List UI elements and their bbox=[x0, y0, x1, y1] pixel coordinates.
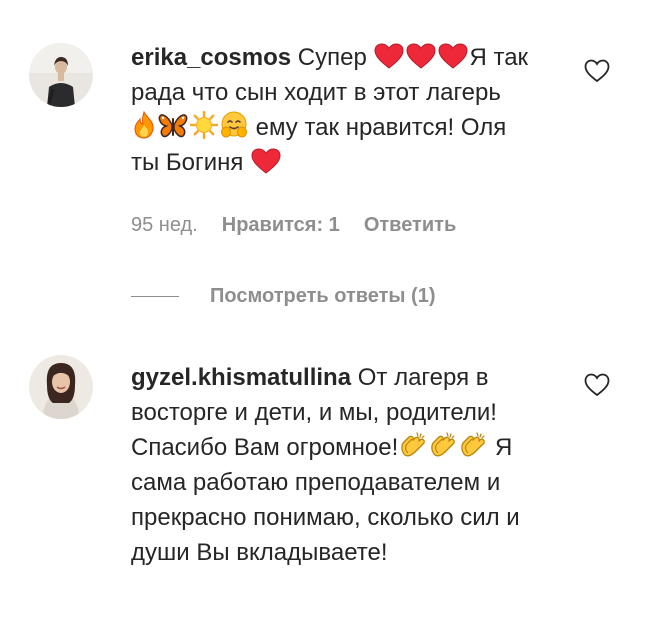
clapping-hands-icon bbox=[429, 431, 457, 459]
red-heart-icon bbox=[374, 43, 404, 69]
like-heart-icon[interactable] bbox=[584, 59, 610, 83]
view-replies-button[interactable]: Посмотреть ответы (1) bbox=[131, 284, 436, 308]
avatar-photo bbox=[29, 43, 93, 107]
avatar-photo bbox=[29, 355, 93, 419]
comment-meta: 95 нед. Нравится: 1 Ответить bbox=[131, 214, 456, 237]
like-heart-icon[interactable] bbox=[584, 373, 610, 397]
reply-button[interactable]: Ответить bbox=[364, 214, 456, 236]
comment-text: gyzel.khismatullina От лагеря в восторге… bbox=[131, 360, 531, 570]
avatar[interactable] bbox=[29, 355, 93, 419]
clapping-hands-icon bbox=[459, 431, 487, 459]
red-heart-icon bbox=[438, 43, 468, 69]
comment-text: erika_cosmos Супер Я так рада что сын хо… bbox=[131, 40, 531, 180]
divider-line bbox=[131, 295, 179, 297]
red-heart-icon bbox=[406, 43, 436, 69]
view-replies-label: Посмотреть ответы (1) bbox=[210, 284, 436, 307]
sun-icon bbox=[190, 111, 218, 139]
comment-text-part: Супер bbox=[291, 44, 374, 71]
avatar[interactable] bbox=[29, 43, 93, 107]
red-heart-icon bbox=[251, 148, 281, 174]
comment-username[interactable]: gyzel.khismatullina bbox=[131, 364, 351, 391]
comment-likes-count[interactable]: Нравится: 1 bbox=[222, 214, 340, 236]
comment-timestamp[interactable]: 95 нед. bbox=[131, 214, 198, 236]
clapping-hands-icon bbox=[399, 431, 427, 459]
comment-username[interactable]: erika_cosmos bbox=[131, 44, 291, 71]
fire-icon bbox=[132, 111, 156, 139]
smiling-face-with-hands-icon bbox=[220, 111, 248, 139]
butterfly-icon bbox=[158, 113, 188, 139]
